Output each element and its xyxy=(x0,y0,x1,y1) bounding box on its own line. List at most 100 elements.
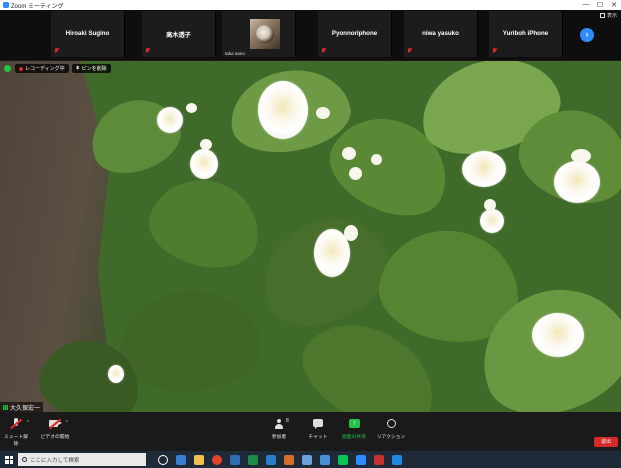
leave-meeting-button[interactable]: 退出 xyxy=(594,437,618,447)
main-video xyxy=(0,61,621,412)
unpin-label: ピンを削除 xyxy=(81,66,107,72)
participant-name: Yuriboh iPhone xyxy=(502,30,549,37)
participant-tile[interactable]: Yuriboh iPhone xyxy=(489,11,563,57)
participant-name: Hiroaki Sugino xyxy=(65,30,110,37)
chat-label: チャット xyxy=(308,435,328,440)
line-icon[interactable] xyxy=(338,454,348,465)
flower-bud xyxy=(342,147,356,160)
flower xyxy=(480,209,504,233)
share-screen-label: 画面の共有 xyxy=(342,435,366,440)
unpin-button[interactable]: ピンを削除 xyxy=(71,64,111,73)
flower-bud xyxy=(344,225,358,241)
muted-mic-icon xyxy=(321,48,326,54)
reactions-label: リアクション xyxy=(376,435,406,440)
excel-icon[interactable] xyxy=(248,454,258,465)
taskbar-apps xyxy=(154,454,406,465)
participant-tile[interactable]: 高木透子 xyxy=(142,11,216,57)
taskbar-search[interactable]: ここに入力して検索 xyxy=(18,453,146,466)
cat-photo xyxy=(256,25,274,43)
next-page-button[interactable]: › xyxy=(580,28,594,42)
flower xyxy=(554,161,600,203)
flower-bud xyxy=(186,103,197,113)
mic-off-icon: ^ xyxy=(9,418,29,430)
participants-button[interactable]: 8 参加者 xyxy=(268,418,290,440)
flower xyxy=(108,365,124,383)
window-titlebar: Zoom ミーティング — ☐ ✕ xyxy=(0,0,621,10)
recording-badge[interactable]: レコーディング中 xyxy=(15,64,69,73)
browser-icon[interactable] xyxy=(212,454,222,465)
start-video-button[interactable]: ^ ビデオの開始 xyxy=(40,418,70,440)
task-view-icon[interactable] xyxy=(158,454,168,465)
participant-name: taka sano xyxy=(225,51,245,56)
participants-label: 参加者 xyxy=(271,435,287,440)
participant-tile[interactable]: Pyonnoriphone xyxy=(318,11,392,57)
word-icon[interactable] xyxy=(230,454,240,465)
window-title: Zoom ミーティング xyxy=(11,3,64,10)
app-icon[interactable] xyxy=(266,454,276,465)
reactions-button[interactable]: リアクション xyxy=(376,418,406,440)
recording-dot-icon xyxy=(19,66,23,71)
chat-button[interactable]: チャット xyxy=(306,418,330,440)
flower xyxy=(157,107,183,133)
acrobat-icon[interactable] xyxy=(374,454,384,465)
pin-icon xyxy=(75,66,80,71)
unmute-button[interactable]: ^ ミュート解除 xyxy=(3,418,29,447)
maximize-button[interactable]: ☐ xyxy=(593,1,607,9)
mail-icon[interactable] xyxy=(392,454,402,465)
share-screen-icon: ↑ xyxy=(347,418,361,430)
foliage xyxy=(0,61,621,412)
flower xyxy=(462,151,506,187)
muted-mic-icon xyxy=(145,48,150,54)
taskbar-search-placeholder: ここに入力して検索 xyxy=(30,457,80,464)
window-controls: — ☐ ✕ xyxy=(579,1,621,9)
participant-name: Pyonnoriphone xyxy=(331,30,378,37)
flower-bud xyxy=(571,149,591,163)
close-button[interactable]: ✕ xyxy=(607,1,621,9)
zoom-icon[interactable] xyxy=(356,454,366,465)
minimize-button[interactable]: — xyxy=(579,1,593,9)
participants-icon: 8 xyxy=(272,418,289,430)
search-icon xyxy=(22,457,27,462)
encryption-shield-icon[interactable] xyxy=(4,65,11,72)
participant-name: 高木透子 xyxy=(166,32,191,39)
file-explorer-icon[interactable] xyxy=(194,454,204,465)
active-speaker-label: 大久保宏一 xyxy=(0,402,44,412)
active-speaker-name: 大久保宏一 xyxy=(10,405,41,412)
flower xyxy=(258,81,308,139)
flower-bud xyxy=(316,107,330,119)
signal-bars-icon xyxy=(3,404,8,410)
app-icon[interactable] xyxy=(176,454,186,465)
leaf xyxy=(115,285,265,397)
flower-bud xyxy=(371,154,382,165)
recording-label: レコーディング中 xyxy=(25,66,65,72)
leaf xyxy=(140,168,270,279)
participant-tile[interactable]: Hiroaki Sugino xyxy=(51,11,125,57)
meeting-status-badges: レコーディング中 ピンを削除 xyxy=(4,64,114,73)
app-icon[interactable] xyxy=(320,454,330,465)
windows-taskbar: ここに入力して検索 xyxy=(0,451,621,468)
start-button[interactable] xyxy=(0,451,18,468)
grid-view-icon xyxy=(599,13,605,18)
view-toggle-label: 表示 xyxy=(606,13,617,19)
participant-tile[interactable]: taka sano xyxy=(222,11,296,57)
muted-mic-icon xyxy=(492,48,497,54)
unmute-label: ミュート解除 xyxy=(4,435,28,447)
participant-avatar xyxy=(250,19,280,49)
firefox-icon[interactable] xyxy=(284,454,294,465)
flower-bud xyxy=(484,199,496,211)
participant-name: niwa yasuko xyxy=(422,30,459,37)
app-icon[interactable] xyxy=(302,454,312,465)
windows-logo-icon xyxy=(5,455,13,464)
camera-off-icon: ^ xyxy=(48,418,68,430)
flower xyxy=(190,149,218,179)
share-screen-button[interactable]: ↑ 画面の共有 xyxy=(340,418,368,440)
meeting-toolbar: ^ ミュート解除 ^ ビデオの開始 8 参加者 チャット ↑ 画面の共有 リアク… xyxy=(0,412,621,451)
participant-strip: Hiroaki Sugino 高木透子 taka sano Pyonnoriph… xyxy=(0,10,621,60)
participant-tile[interactable]: niwa yasuko xyxy=(404,11,478,57)
muted-mic-icon xyxy=(407,48,412,54)
chat-icon xyxy=(311,418,325,430)
view-toggle-button[interactable]: 表示 xyxy=(599,12,617,19)
flower xyxy=(532,313,584,357)
start-video-label: ビデオの開始 xyxy=(40,435,70,440)
flower-bud xyxy=(200,139,212,150)
